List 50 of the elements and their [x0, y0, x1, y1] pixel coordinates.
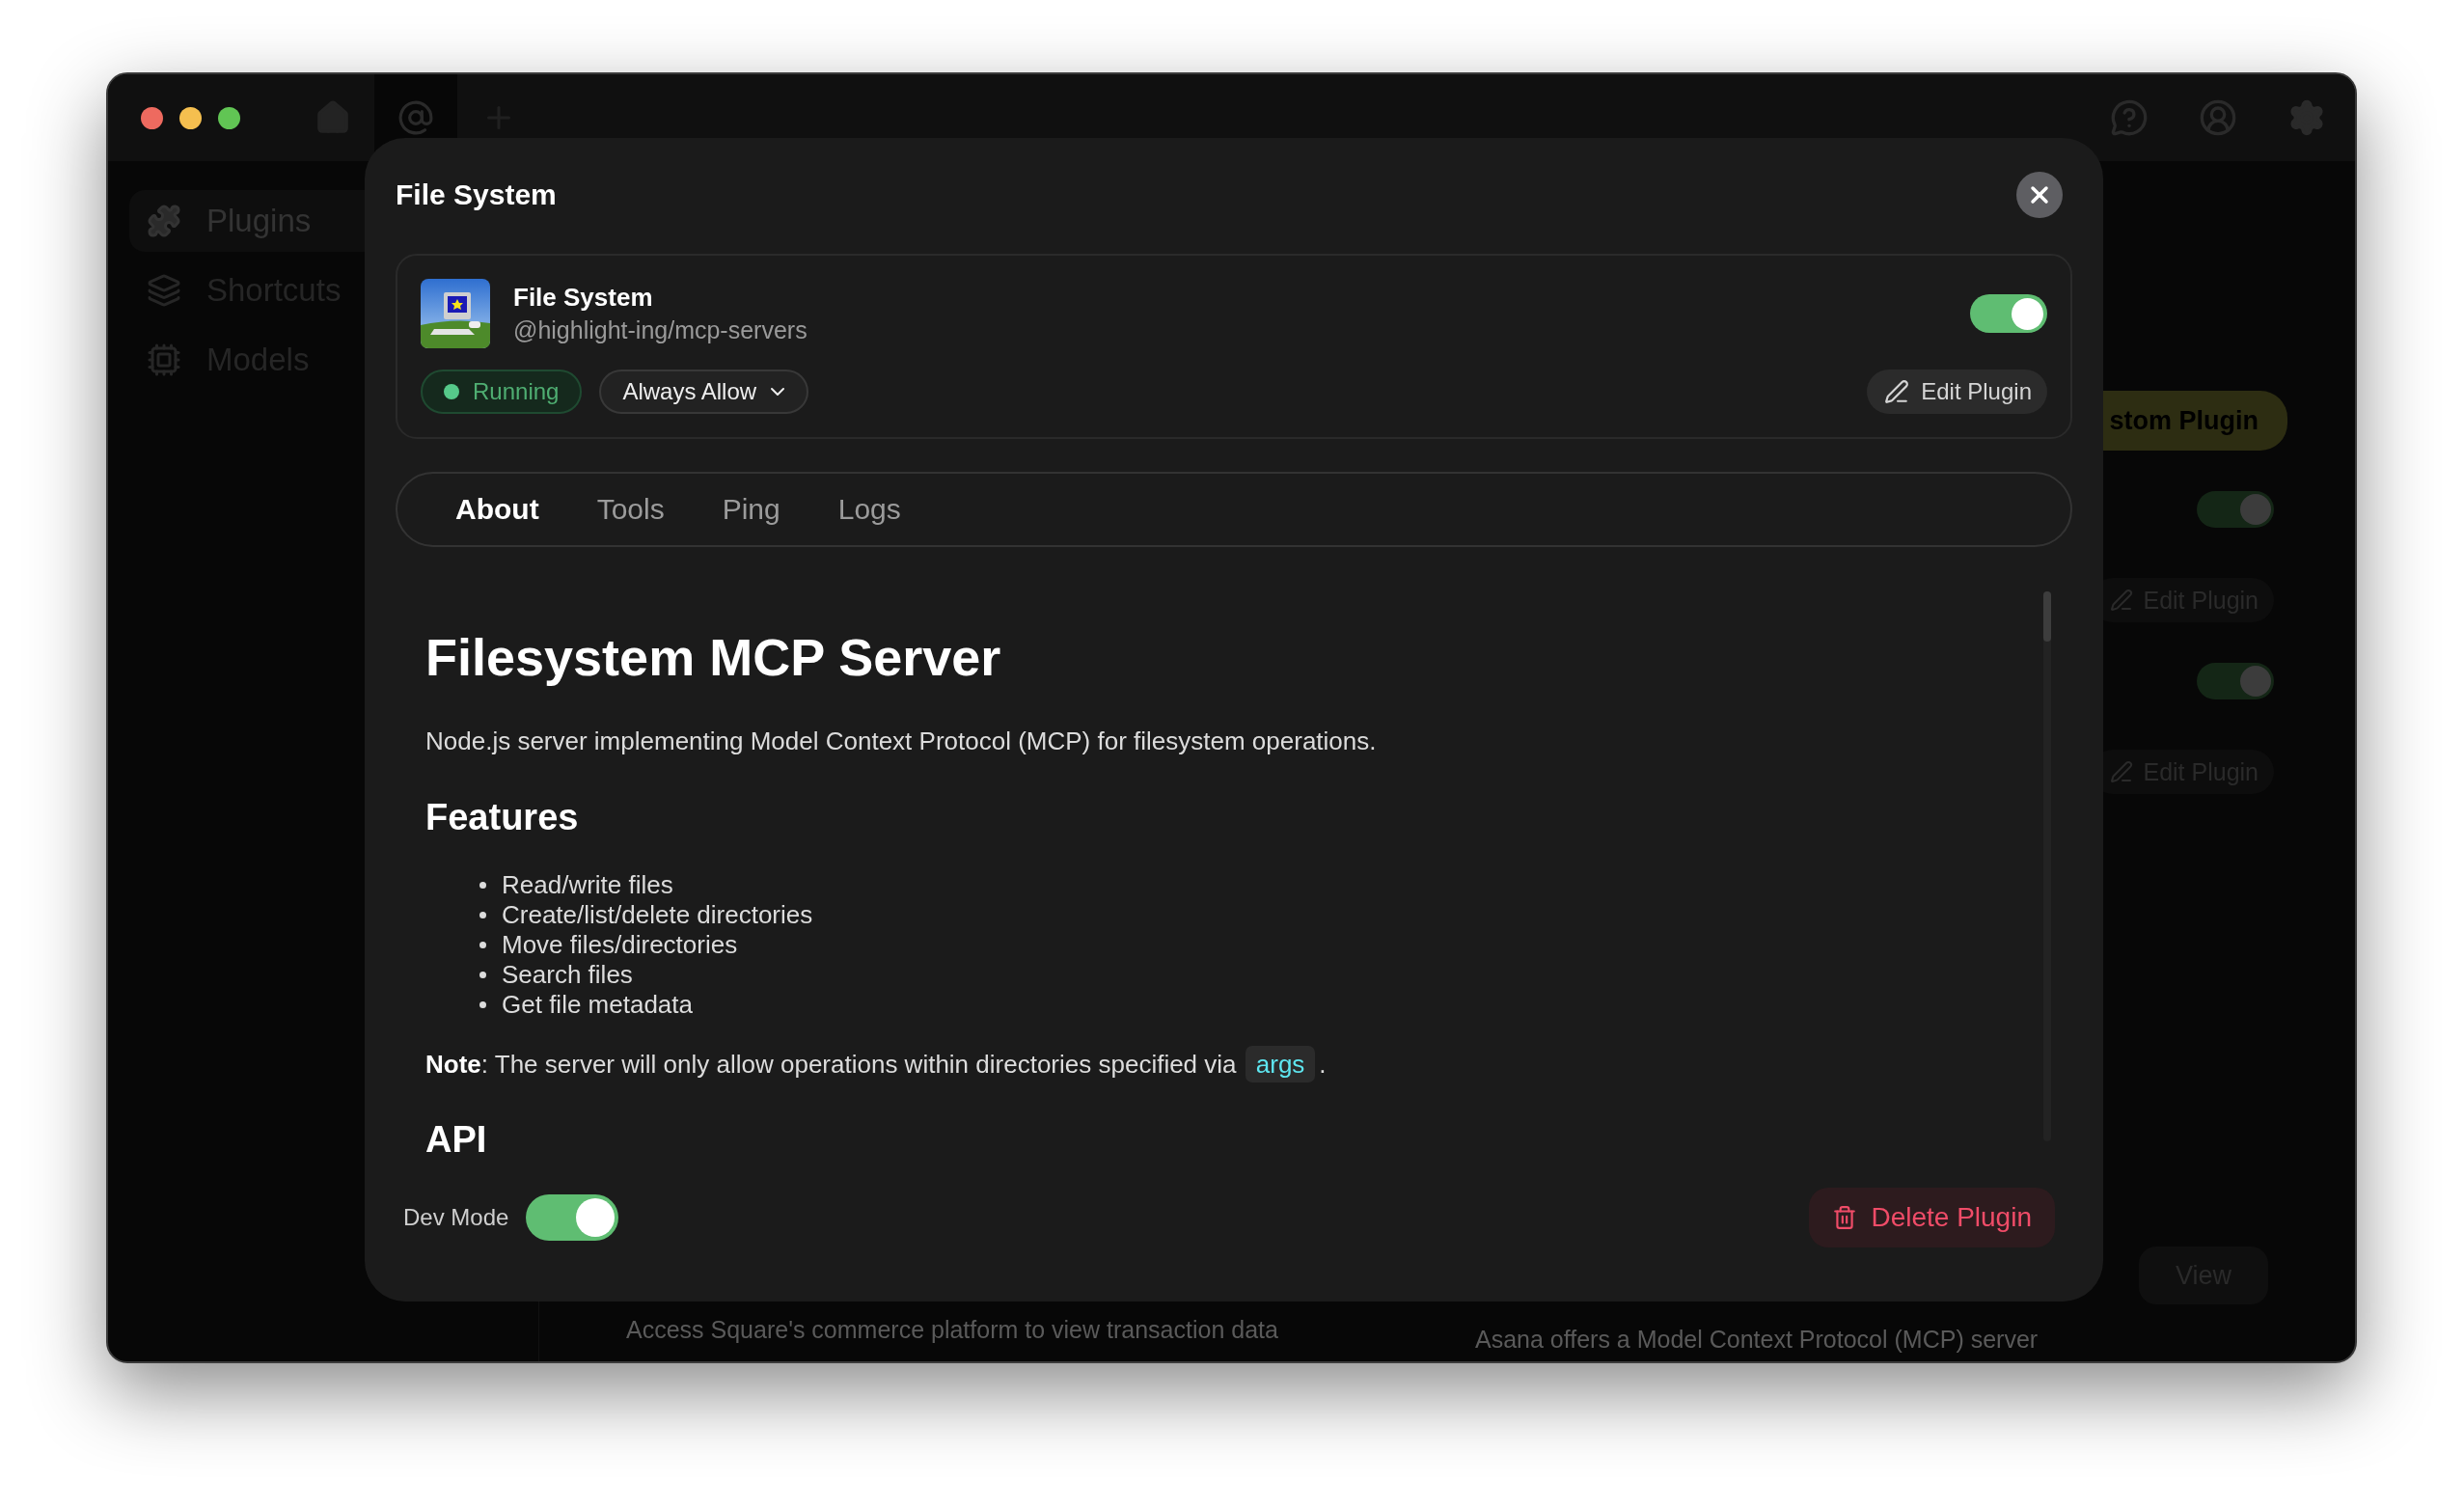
permission-dropdown[interactable]: Always Allow [599, 370, 809, 414]
bullet-icon [479, 972, 486, 978]
close-button[interactable] [2016, 172, 2063, 218]
feature-item: Create/list/delete directories [502, 900, 813, 930]
readme-title: Filesystem MCP Server [425, 627, 1002, 687]
bullet-icon [479, 912, 486, 918]
bullet-icon [479, 882, 486, 889]
status-badge: Running [421, 370, 583, 414]
code-snippet: args [1245, 1046, 1316, 1082]
pen-icon [1884, 379, 1910, 404]
edit-plugin-button[interactable]: Edit Plugin [1867, 370, 2047, 414]
plugin-toggle[interactable] [2197, 491, 2274, 528]
settings-icon[interactable] [2287, 98, 2326, 137]
puzzle-icon [147, 204, 181, 238]
feature-item: Move files/directories [502, 930, 738, 960]
plugin-toggle[interactable] [1970, 294, 2047, 333]
tab[interactable]: Ping [698, 480, 815, 538]
help-icon[interactable] [2110, 98, 2149, 137]
plugin-description: Access Square's commerce platform to view transaction data [626, 1316, 1279, 1344]
scrollbar-thumb[interactable] [2043, 591, 2051, 642]
pen-icon [2110, 760, 2134, 783]
minimize-window-button[interactable] [179, 106, 202, 129]
plugin-source: @highlight-ing/mcp-servers [513, 316, 808, 344]
layers-icon [147, 273, 181, 308]
tab[interactable]: Tools [573, 480, 699, 538]
feature-item: Read/write files [502, 870, 673, 900]
readme-intro: Node.js server implementing Model Context Protocol (MCP) for filesystem operations. [425, 726, 1378, 756]
note-text: Note: The server will only allow operations within directories specified via args . [425, 1045, 2043, 1083]
tab[interactable]: About [432, 480, 574, 538]
feature-item: Get file metadata [502, 990, 693, 1020]
user-icon[interactable] [2199, 98, 2237, 137]
trash-icon [1832, 1205, 1858, 1230]
plugin-toggle[interactable] [2197, 663, 2274, 699]
section-heading: API [425, 1119, 488, 1161]
delete-plugin-button[interactable]: Delete Plugin [1809, 1188, 2055, 1247]
dev-mode-label: Dev Mode [403, 1204, 509, 1231]
pen-icon [2110, 589, 2134, 612]
bullet-icon [479, 1001, 486, 1008]
chip-icon [147, 342, 181, 377]
tab[interactable]: Logs [814, 480, 936, 538]
plugin-name: File System [513, 283, 654, 313]
plugin-description: Asana offers a Model Context Protocol (MCP) server [1475, 1326, 2040, 1354]
close-window-button[interactable] [141, 106, 163, 129]
maximize-window-button[interactable] [218, 106, 240, 129]
section-heading: Features [425, 797, 580, 838]
at-sign-icon[interactable] [397, 99, 434, 136]
dev-mode-toggle[interactable] [526, 1194, 619, 1241]
feature-item: Search files [502, 960, 633, 990]
bullet-icon [479, 942, 486, 948]
computer-icon [421, 279, 490, 348]
